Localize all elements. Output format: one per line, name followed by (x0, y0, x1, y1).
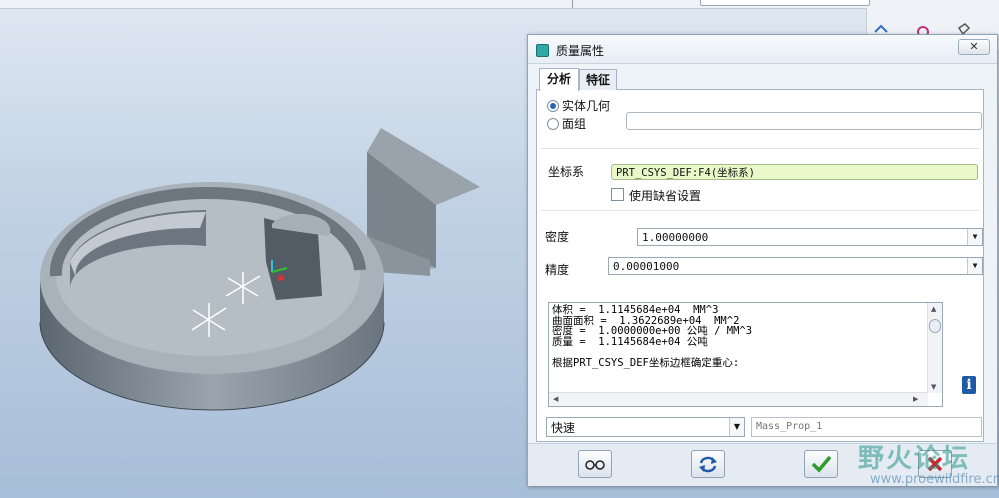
analysis-mode-select[interactable]: 快速 ▼ (546, 417, 745, 437)
scroll-thumb[interactable] (929, 319, 941, 333)
ok-button[interactable] (804, 450, 838, 478)
csys-field[interactable]: PRT_CSYS_DEF:F4(坐标系) (611, 164, 978, 180)
chevron-down-icon[interactable]: ▼ (729, 418, 744, 436)
chevron-down-icon[interactable]: ▼ (967, 229, 982, 245)
divider (541, 148, 979, 149)
feature-name-input[interactable] (751, 417, 982, 437)
tab-analysis[interactable]: 分析 (539, 68, 579, 91)
tab-feature[interactable]: 特征 (579, 69, 617, 90)
use-default-checkbox[interactable] (611, 188, 624, 201)
csys-label: 坐标系 (548, 165, 585, 179)
scroll-right-icon[interactable]: ▶ (913, 395, 918, 403)
analysis-mode-value: 快速 (551, 421, 576, 435)
horizontal-scrollbar[interactable]: ◀ ▶ (549, 392, 928, 406)
density-label: 密度 (545, 230, 570, 244)
scroll-up-icon[interactable]: ▲ (931, 305, 936, 313)
divider (541, 210, 979, 211)
scroll-down-icon[interactable]: ▼ (931, 383, 936, 391)
mass-properties-dialog[interactable]: 质量属性 ✕ 分析 特征 实体几何 面组 坐标系 PRT_CSYS_DEF:F4… (527, 34, 998, 486)
chevron-down-icon[interactable]: ▼ (967, 258, 982, 274)
result-center-of-gravity: 根据PRT_CSYS_DEF坐标边框确定重心: (552, 356, 740, 369)
close-button[interactable]: ✕ (958, 39, 990, 55)
results-text: 体积 = 1.1145684e+04 MM^3 曲面面积 = 1.3622689… (549, 303, 942, 368)
mass-properties-icon (536, 44, 549, 57)
vertical-scrollbar[interactable]: ▲ ▼ (927, 303, 942, 393)
accuracy-input[interactable]: 0.00001000 ▼ (608, 257, 983, 275)
checkmark-icon (811, 455, 832, 473)
quilt-label: 面组 (562, 117, 587, 131)
info-icon[interactable]: i (962, 376, 976, 394)
preview-button[interactable] (578, 450, 612, 478)
results-text-area[interactable]: 体积 = 1.1145684e+04 MM^3 曲面面积 = 1.3622689… (548, 302, 943, 407)
solid-geometry-label: 实体几何 (562, 99, 611, 113)
refresh-icon (699, 456, 717, 473)
quilt-radio[interactable] (547, 118, 559, 130)
solid-geometry-radio[interactable] (547, 100, 559, 112)
glasses-icon (585, 460, 605, 470)
repeat-button[interactable] (691, 450, 725, 478)
dialog-titlebar[interactable]: 质量属性 ✕ (528, 35, 997, 64)
result-mass: 质量 = 1.1145684e+04 公吨 (552, 335, 708, 348)
density-input[interactable]: 1.00000000 ▼ (637, 228, 983, 246)
scroll-left-icon[interactable]: ◀ (553, 395, 558, 403)
use-default-label: 使用缺省设置 (629, 189, 702, 203)
watermark-url: www.proewildfire.cn (870, 472, 999, 487)
accuracy-label: 精度 (545, 263, 570, 277)
density-value: 1.00000000 (642, 231, 709, 244)
analysis-panel: 分析 特征 实体几何 面组 坐标系 PRT_CSYS_DEF:F4(坐标系) 使… (536, 68, 984, 442)
dialog-title: 质量属性 (556, 44, 605, 58)
watermark-logo: 野火论坛 (858, 444, 971, 474)
quilt-selector-field[interactable] (626, 112, 982, 130)
accuracy-value: 0.00001000 (613, 260, 680, 273)
